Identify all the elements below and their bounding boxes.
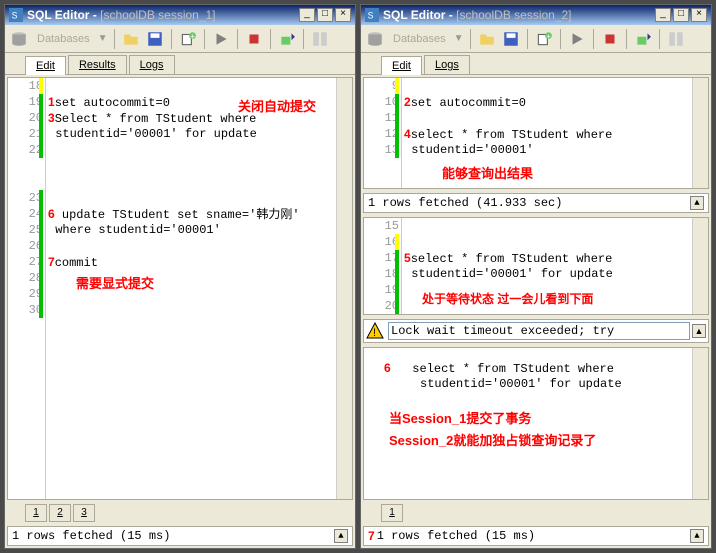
db-label: Databases	[33, 33, 94, 45]
status-bar: 1 rows fetched (15 ms) ▲	[7, 526, 353, 546]
code-area[interactable]: 5select * from TStudent where studentid=…	[402, 218, 692, 314]
close-button[interactable]: ×	[691, 8, 707, 22]
code-area[interactable]: 2set autocommit=0 4select * from TStuden…	[402, 78, 692, 188]
tab-edit[interactable]: Edit	[25, 56, 66, 75]
status-up-icon[interactable]: ▲	[692, 324, 706, 338]
minimize-button[interactable]: _	[299, 8, 315, 22]
open-icon[interactable]	[121, 29, 141, 49]
new-tab-icon[interactable]: +	[178, 29, 198, 49]
window-session-2: S SQL Editor - [schoolDB session_2] _ □ …	[360, 4, 712, 549]
window-title: SQL Editor - [schoolDB session_1]	[27, 8, 297, 22]
svg-text:S: S	[368, 11, 374, 21]
btab-3[interactable]: 3	[73, 504, 95, 522]
window-session-1: S SQL Editor - [schoolDB session_1] _ □ …	[4, 4, 356, 549]
status-text: 1 rows fetched (15 ms)	[377, 529, 690, 543]
code-editor-bottom[interactable]: 6 select * from TStudent where studentid…	[363, 347, 709, 500]
tab-logs[interactable]: Logs	[129, 55, 175, 74]
anno-2: 2	[404, 95, 411, 109]
app-icon: S	[365, 8, 379, 22]
warning-message[interactable]	[388, 322, 690, 340]
vertical-scrollbar[interactable]	[692, 78, 708, 188]
anno-6: 6	[48, 207, 55, 221]
anno-7b: 7	[368, 529, 375, 543]
anno-6b: 6	[384, 361, 391, 375]
code-area[interactable]: 1set autocommit=0 3Select * from TStuden…	[46, 78, 336, 499]
bottom-tabs: 1	[361, 502, 711, 524]
anno-explicit-commit: 需要显式提交	[76, 273, 154, 292]
status-text: 1 rows fetched (15 ms)	[12, 529, 334, 543]
svg-text:S: S	[12, 11, 18, 21]
code-editor-top[interactable]: 9 10 11 12 13 2set autocommit=0 4select …	[363, 77, 709, 189]
anno-5: 5	[404, 251, 411, 265]
stop-icon[interactable]	[244, 29, 264, 49]
db-icon[interactable]	[365, 29, 385, 49]
line-gutter: 18 19 20 21 22 23 24 25 26 27 28 29 30	[8, 78, 46, 499]
save-icon[interactable]	[501, 29, 521, 49]
status-up-icon[interactable]: ▲	[334, 529, 348, 543]
dropdown-icon[interactable]: ▼	[98, 33, 108, 44]
vertical-scrollbar[interactable]	[692, 218, 708, 314]
line-gutter: 15 16 17 18 19 20	[364, 218, 402, 314]
titlebar: S SQL Editor - [schoolDB session_2] _ □ …	[361, 5, 711, 25]
new-tab-icon[interactable]: +	[534, 29, 554, 49]
vertical-scrollbar[interactable]	[692, 348, 708, 499]
anno-waiting: 处于等待状态 过一会儿看到下面	[422, 290, 593, 307]
btab-2[interactable]: 2	[49, 504, 71, 522]
anno-7: 7	[48, 255, 55, 269]
minimize-button[interactable]: _	[655, 8, 671, 22]
editor-tabs: Edit Results Logs	[5, 53, 355, 75]
toolbar: Databases ▼ +	[5, 25, 355, 53]
tab-edit[interactable]: Edit	[381, 56, 422, 75]
app-icon: S	[9, 8, 23, 22]
status-up-icon[interactable]: ▲	[690, 529, 704, 543]
open-icon[interactable]	[477, 29, 497, 49]
toolbar: Databases ▼ +	[361, 25, 711, 53]
line-gutter: 9 10 11 12 13	[364, 78, 402, 188]
export-icon[interactable]	[633, 29, 653, 49]
maximize-button[interactable]: □	[317, 8, 333, 22]
tab-logs[interactable]: Logs	[424, 55, 470, 74]
code-editor[interactable]: 18 19 20 21 22 23 24 25 26 27 28 29 30 1…	[7, 77, 353, 500]
status-bar: 7 1 rows fetched (15 ms) ▲	[363, 526, 709, 546]
stop-icon[interactable]	[600, 29, 620, 49]
anno-4: 4	[404, 127, 411, 141]
anno-can-query: 能够查询出结果	[442, 163, 533, 182]
status-fetched-1: 1 rows fetched (41.933 sec) ▲	[363, 193, 709, 213]
warning-row: ! ▲	[363, 319, 709, 343]
anno-after-commit-1: 当Session_1提交了事务	[389, 408, 531, 427]
vertical-scrollbar[interactable]	[336, 78, 352, 499]
maximize-button[interactable]: □	[673, 8, 689, 22]
code-editor-mid[interactable]: 15 16 17 18 19 20 5select * from TStuden…	[363, 217, 709, 315]
editor-tabs: Edit Logs	[361, 53, 711, 75]
window-title: SQL Editor - [schoolDB session_2]	[383, 8, 653, 22]
close-button[interactable]: ×	[335, 8, 351, 22]
tab-results[interactable]: Results	[68, 55, 127, 74]
refresh-icon[interactable]	[310, 29, 330, 49]
anno-autocommit: 关闭自动提交	[238, 96, 316, 115]
btab-1[interactable]: 1	[381, 504, 403, 522]
btab-1[interactable]: 1	[25, 504, 47, 522]
svg-text:!: !	[373, 327, 376, 339]
refresh-icon[interactable]	[666, 29, 686, 49]
warning-icon: !	[366, 322, 384, 340]
status-up-icon[interactable]: ▲	[690, 196, 704, 210]
bottom-tabs: 1 2 3	[5, 502, 355, 524]
db-icon[interactable]	[9, 29, 29, 49]
svg-text:+: +	[190, 32, 195, 41]
anno-after-commit-2: Session_2就能加独占锁查询记录了	[389, 430, 596, 449]
dropdown-icon[interactable]: ▼	[454, 33, 464, 44]
status-text: 1 rows fetched (41.933 sec)	[368, 196, 690, 210]
run-icon[interactable]	[211, 29, 231, 49]
run-icon[interactable]	[567, 29, 587, 49]
export-icon[interactable]	[277, 29, 297, 49]
db-label: Databases	[389, 33, 450, 45]
anno-3: 3	[48, 111, 55, 125]
code-area[interactable]: 6 select * from TStudent where studentid…	[364, 348, 692, 499]
titlebar: S SQL Editor - [schoolDB session_1] _ □ …	[5, 5, 355, 25]
svg-text:+: +	[546, 32, 551, 41]
anno-1: 1	[48, 95, 55, 109]
save-icon[interactable]	[145, 29, 165, 49]
